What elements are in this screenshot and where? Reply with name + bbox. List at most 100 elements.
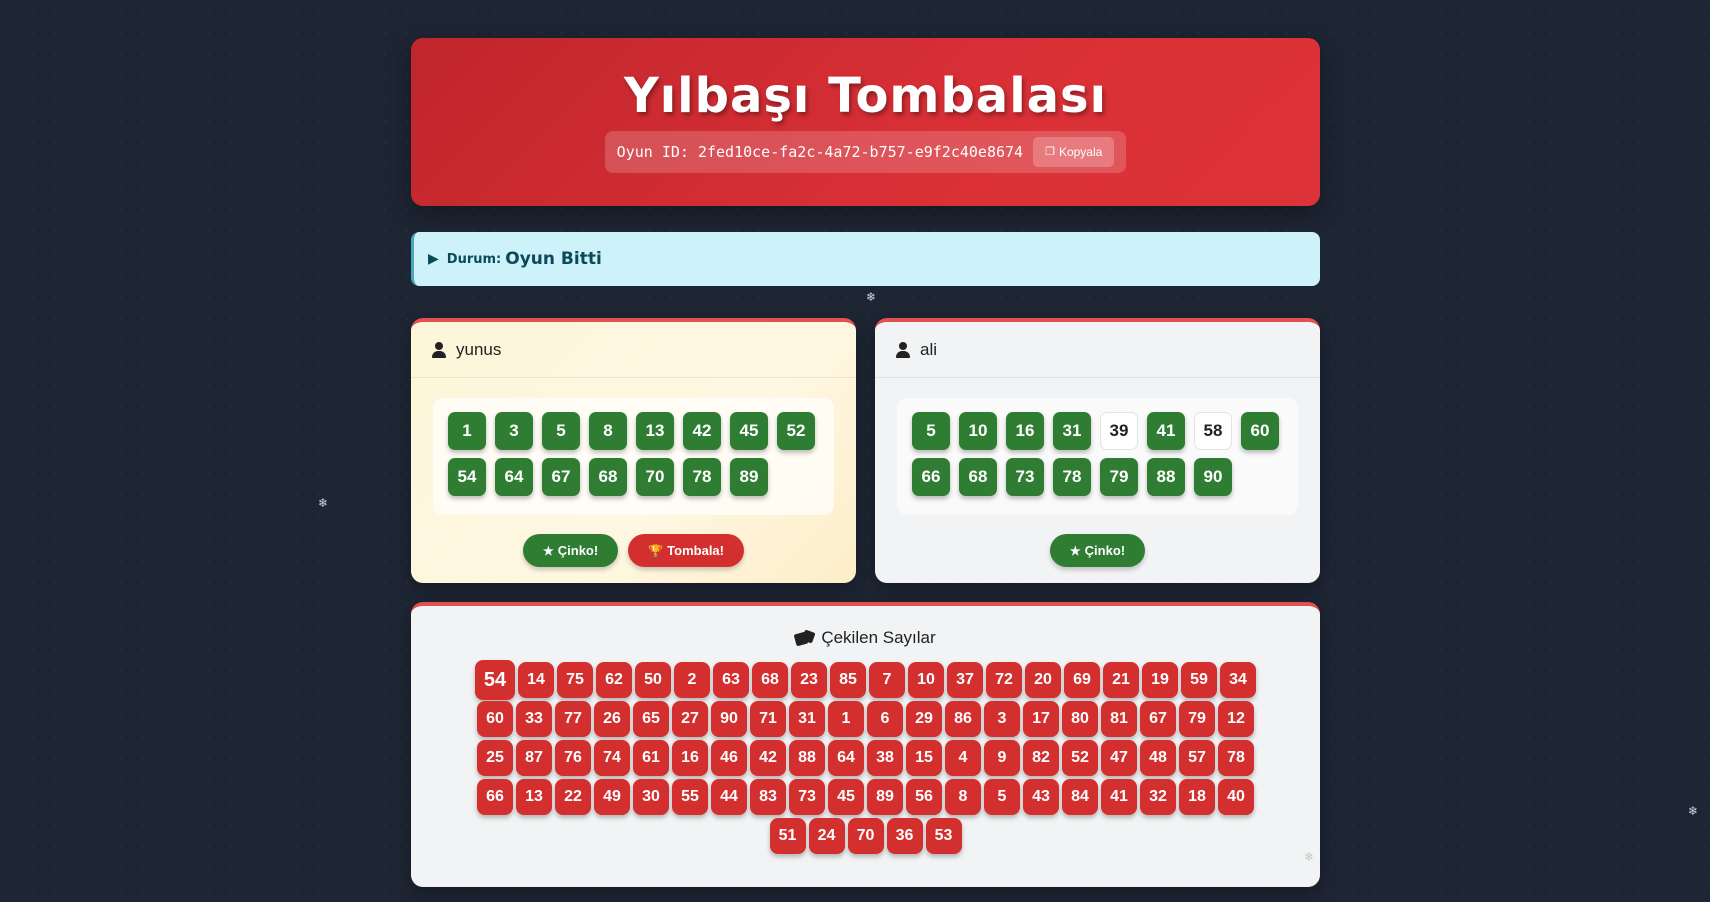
drawn-number: 6 xyxy=(867,701,903,737)
ticket-number[interactable]: 64 xyxy=(495,458,533,496)
drawn-number: 8 xyxy=(945,779,981,815)
drawn-number: 24 xyxy=(808,818,845,854)
ticket-number[interactable]: 78 xyxy=(1053,458,1091,496)
ticket-number[interactable]: 89 xyxy=(730,458,768,496)
drawn-number: 3 xyxy=(984,701,1020,737)
drawn-number: 87 xyxy=(516,740,552,776)
drawn-number: 84 xyxy=(1062,779,1098,815)
copy-button[interactable]: ❐ Kopyala xyxy=(1033,136,1115,167)
drawn-number: 29 xyxy=(906,701,942,737)
ticket-number[interactable]: 42 xyxy=(683,412,721,450)
drawn-number: 23 xyxy=(791,662,827,698)
ticket-number[interactable]: 66 xyxy=(912,458,950,496)
drawn-number: 86 xyxy=(945,701,981,737)
ticket-number[interactable]: 68 xyxy=(959,458,997,496)
ticket-number[interactable]: 5 xyxy=(912,412,950,450)
ticket-number[interactable]: 88 xyxy=(1147,458,1185,496)
drawn-number: 46 xyxy=(711,740,747,776)
page-title: Yılbaşı Tombalası xyxy=(623,68,1108,124)
copy-icon: ❐ xyxy=(1045,146,1055,159)
drawn-number: 25 xyxy=(477,740,513,776)
drawn-number: 79 xyxy=(1179,701,1215,737)
ticket-number[interactable]: 60 xyxy=(1241,412,1279,450)
drawn-number: 4 xyxy=(945,740,981,776)
drawn-number: 19 xyxy=(1142,662,1178,698)
game-id-box: Oyun ID: 2fed10ce-fa2c-4a72-b757-e9f2c40… xyxy=(604,130,1127,173)
drawn-number: 70 xyxy=(847,818,884,854)
drawn-number: 90 xyxy=(711,701,747,737)
ticket-number[interactable]: 3 xyxy=(495,412,533,450)
drawn-number: 75 xyxy=(557,662,593,698)
drawn-number: 33 xyxy=(516,701,552,737)
ticket-number[interactable]: 67 xyxy=(542,458,580,496)
drawn-number: 66 xyxy=(477,779,513,815)
drawn-number: 10 xyxy=(908,662,944,698)
dice-icon xyxy=(795,630,815,646)
drawn-number: 40 xyxy=(1218,779,1254,815)
drawn-number: 16 xyxy=(672,740,708,776)
drawn-number: 65 xyxy=(633,701,669,737)
drawn-number: 21 xyxy=(1103,662,1139,698)
ticket-number[interactable]: 70 xyxy=(636,458,674,496)
drawn-number: 43 xyxy=(1023,779,1059,815)
ticket-number[interactable]: 58 xyxy=(1194,412,1232,450)
ticket-number[interactable]: 68 xyxy=(589,458,627,496)
ticket-number[interactable]: 1 xyxy=(448,412,486,450)
drawn-numbers-panel: Çekilen Sayılar 54 14 75 62 50 2 63 68 23 85 7 10 37… xyxy=(411,602,1320,887)
drawn-number: 7 xyxy=(869,662,905,698)
drawn-number: 34 xyxy=(1220,662,1256,698)
latest-drawn-number: 54 xyxy=(475,660,515,700)
drawn-number: 72 xyxy=(986,662,1022,698)
drawn-number: 15 xyxy=(906,740,942,776)
ticket-number[interactable]: 90 xyxy=(1194,458,1232,496)
drawn-number: 76 xyxy=(555,740,591,776)
header: Yılbaşı Tombalası Oyun ID: 2fed10ce-fa2c… xyxy=(411,38,1320,206)
drawn-number: 22 xyxy=(555,779,591,815)
star-icon: ★ xyxy=(1069,543,1081,558)
drawn-numbers-list: 54 14 75 62 50 2 63 68 23 85 7 10 37 72 20 69 21 19 59 34 60… xyxy=(474,660,1258,854)
drawn-number: 51 xyxy=(769,818,806,854)
ticket-number[interactable]: 54 xyxy=(448,458,486,496)
drawn-number: 18 xyxy=(1179,779,1215,815)
drawn-number: 44 xyxy=(711,779,747,815)
drawn-number: 89 xyxy=(867,779,903,815)
drawn-number: 57 xyxy=(1179,740,1215,776)
button-label: Çinko! xyxy=(1084,543,1126,558)
drawn-number: 55 xyxy=(672,779,708,815)
ticket-number[interactable]: 13 xyxy=(636,412,674,450)
ticket-number[interactable]: 10 xyxy=(959,412,997,450)
drawn-number: 9 xyxy=(984,740,1020,776)
drawn-number: 17 xyxy=(1023,701,1059,737)
game-id-text: Oyun ID: 2fed10ce-fa2c-4a72-b757-e9f2c40… xyxy=(616,142,1024,161)
ticket-number[interactable]: 39 xyxy=(1100,412,1138,450)
button-label: Çinko! xyxy=(557,543,599,558)
cinko-button[interactable]: ★ Çinko! xyxy=(523,534,619,567)
ticket-number[interactable]: 79 xyxy=(1100,458,1138,496)
ticket-number[interactable]: 5 xyxy=(542,412,580,450)
drawn-number: 1 xyxy=(828,701,864,737)
ticket-number[interactable]: 52 xyxy=(777,412,815,450)
drawn-number: 27 xyxy=(672,701,708,737)
ticket-number[interactable]: 16 xyxy=(1006,412,1044,450)
user-icon xyxy=(432,341,446,358)
status-value: Oyun Bitti xyxy=(505,249,602,269)
ticket-number[interactable]: 41 xyxy=(1147,412,1185,450)
snowflake-icon: ❄ xyxy=(1688,804,1699,818)
players-section: yunus 1 3 5 8 13 42 45 52 54 64 67 68 70 78 89 ★ Çinko! 🏆 T… xyxy=(411,318,1320,583)
ticket-number[interactable]: 8 xyxy=(589,412,627,450)
drawn-number: 74 xyxy=(594,740,630,776)
ticket-number[interactable]: 73 xyxy=(1006,458,1044,496)
drawn-number: 59 xyxy=(1181,662,1217,698)
player-actions: ★ Çinko! xyxy=(875,534,1320,567)
snowflake-icon: ❄ xyxy=(1303,850,1314,864)
ticket-number[interactable]: 78 xyxy=(683,458,721,496)
drawn-number: 14 xyxy=(518,662,554,698)
cinko-button[interactable]: ★ Çinko! xyxy=(1049,534,1146,567)
tombala-button[interactable]: 🏆 Tombala! xyxy=(628,534,744,567)
ticket-number[interactable]: 31 xyxy=(1053,412,1091,450)
player-header: ali xyxy=(875,322,1320,378)
drawn-number: 88 xyxy=(789,740,825,776)
status-bar[interactable]: ▶ Durum: Oyun Bitti xyxy=(411,232,1320,286)
drawn-number: 56 xyxy=(906,779,942,815)
ticket-number[interactable]: 45 xyxy=(730,412,768,450)
